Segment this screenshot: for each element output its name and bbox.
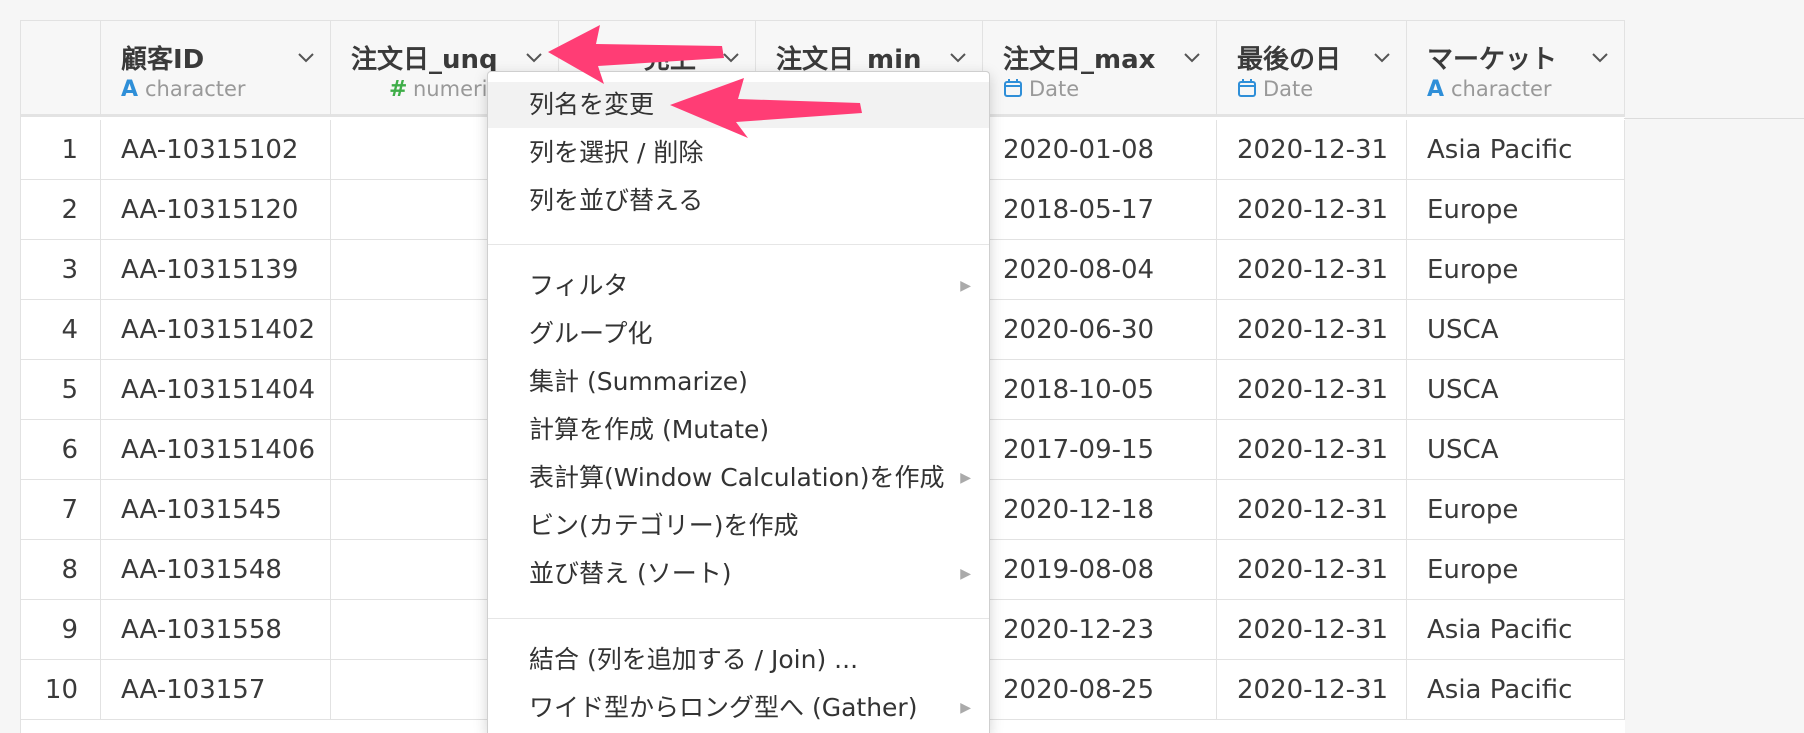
column-context-menu: 列名を変更 列を選択 / 削除 列を並び替える フィルタ ▶ グループ化 集計 (… [487,71,990,733]
menu-divider [488,244,989,245]
row-number-cell[interactable]: 8 [21,540,101,600]
row-number-cell[interactable]: 4 [21,300,101,360]
chevron-down-icon[interactable] [948,47,968,67]
last-day-cell[interactable]: 2020-12-31 [1217,480,1407,540]
column-title: 注文日_unq [351,45,498,75]
menu-item-window-calculation[interactable]: 表計算(Window Calculation)を作成 ▶ [488,455,989,501]
last-day-cell[interactable]: 2020-12-31 [1217,360,1407,420]
menu-item-create-bins[interactable]: ビン(カテゴリー)を作成 [488,503,989,549]
last-day-cell[interactable]: 2020-12-31 [1217,660,1407,720]
market-cell[interactable]: Asia Pacific [1407,120,1625,180]
order-date-max-cell[interactable]: 2017-09-15 [983,420,1217,480]
calendar-icon [1004,79,1022,97]
customer-id-cell[interactable]: AA-1031558 [101,600,331,660]
order-date-max-cell[interactable]: 2020-08-25 [983,660,1217,720]
submenu-arrow-icon: ▶ [960,278,971,294]
row-number-cell[interactable]: 3 [21,240,101,300]
customer-id-cell[interactable]: AA-103157 [101,660,331,720]
menu-item-summarize[interactable]: 集計 (Summarize) [488,359,989,405]
customer-id-cell[interactable]: AA-103151404 [101,360,331,420]
chevron-down-icon[interactable] [721,47,741,67]
row-number-cell[interactable]: 2 [21,180,101,240]
chevron-down-icon[interactable] [524,47,544,67]
market-cell[interactable]: USCA [1407,420,1625,480]
order-date-max-cell[interactable]: 2020-08-04 [983,240,1217,300]
last-day-cell[interactable]: 2020-12-31 [1217,600,1407,660]
column-title: 注文日_max [1003,45,1156,75]
menu-item-join[interactable]: 結合 (列を追加する / Join) ... [488,637,989,683]
column-type: Date [1237,77,1313,101]
order-date-max-cell[interactable]: 2020-01-08 [983,120,1217,180]
row-number-cell[interactable]: 5 [21,360,101,420]
column-type: Acharacter [121,77,246,102]
last-day-cell[interactable]: 2020-12-31 [1217,120,1407,180]
submenu-arrow-icon: ▶ [960,700,971,716]
last-day-cell[interactable]: 2020-12-31 [1217,300,1407,360]
customer-id-cell[interactable]: AA-1031545 [101,480,331,540]
column-type: Date [1003,77,1079,101]
chevron-down-icon[interactable] [296,47,316,67]
empty-header-area [1624,0,1804,119]
order-date-max-cell[interactable]: 2018-10-05 [983,360,1217,420]
order-date-max-cell[interactable]: 2019-08-08 [983,540,1217,600]
row-number-cell[interactable]: 9 [21,600,101,660]
market-cell[interactable]: Europe [1407,540,1625,600]
chevron-down-icon[interactable] [1372,47,1392,67]
customer-id-cell[interactable]: AA-10315102 [101,120,331,180]
menu-item-select-delete-columns[interactable]: 列を選択 / 削除 [488,130,989,176]
order-date-max-cell[interactable]: 2018-05-17 [983,180,1217,240]
order-date-max-cell[interactable]: 2020-12-18 [983,480,1217,540]
menu-item-reorder-columns[interactable]: 列を並び替える [488,178,989,224]
submenu-arrow-icon: ▶ [960,566,971,582]
menu-item-filter[interactable]: フィルタ ▶ [488,263,989,309]
chevron-down-icon[interactable] [1182,47,1202,67]
market-cell[interactable]: Asia Pacific [1407,600,1625,660]
numeric-type-icon: # [389,77,408,102]
customer-id-cell[interactable]: AA-1031548 [101,540,331,600]
column-title: マーケット [1427,45,1558,75]
row-number-cell[interactable]: 1 [21,120,101,180]
market-cell[interactable]: USCA [1407,360,1625,420]
column-title: 顧客ID [121,45,205,75]
last-day-cell[interactable]: 2020-12-31 [1217,180,1407,240]
last-day-cell[interactable]: 2020-12-31 [1217,420,1407,480]
customer-id-cell[interactable]: AA-10315139 [101,240,331,300]
column-header-market[interactable]: マーケット Acharacter [1407,21,1625,117]
market-cell[interactable]: Europe [1407,480,1625,540]
column-type: Acharacter [1427,77,1552,102]
row-number-cell[interactable]: 7 [21,480,101,540]
character-type-icon: A [121,77,139,102]
column-type: # numeric [389,77,500,102]
row-number-header [21,21,101,117]
order-date-max-cell[interactable]: 2020-12-23 [983,600,1217,660]
menu-item-sort[interactable]: 並び替え (ソート) ▶ [488,551,989,597]
column-title: 最後の日 [1237,45,1342,75]
last-day-cell[interactable]: 2020-12-31 [1217,240,1407,300]
column-header-order-date-max[interactable]: 注文日_max Date [983,21,1217,117]
market-cell[interactable]: USCA [1407,300,1625,360]
column-header-last-day[interactable]: 最後の日 Date [1217,21,1407,117]
menu-item-mutate[interactable]: 計算を作成 (Mutate) [488,407,989,453]
calendar-icon [1238,79,1256,97]
submenu-arrow-icon: ▶ [960,470,971,486]
character-type-icon: A [1427,77,1445,102]
last-day-cell[interactable]: 2020-12-31 [1217,540,1407,600]
menu-item-rename-column[interactable]: 列名を変更 [488,82,989,128]
row-number-cell[interactable]: 6 [21,420,101,480]
customer-id-cell[interactable]: AA-103151402 [101,300,331,360]
customer-id-cell[interactable]: AA-103151406 [101,420,331,480]
customer-id-cell[interactable]: AA-10315120 [101,180,331,240]
menu-item-gather[interactable]: ワイド型からロング型へ (Gather) ▶ [488,685,989,731]
menu-item-group-by[interactable]: グループ化 [488,311,989,357]
order-date-max-cell[interactable]: 2020-06-30 [983,300,1217,360]
column-header-customer-id[interactable]: 顧客ID Acharacter [101,21,331,117]
chevron-down-icon[interactable] [1590,47,1610,67]
market-cell[interactable]: Europe [1407,180,1625,240]
market-cell[interactable]: Asia Pacific [1407,660,1625,720]
menu-divider [488,618,989,619]
market-cell[interactable]: Europe [1407,240,1625,300]
row-number-cell[interactable]: 10 [21,660,101,720]
